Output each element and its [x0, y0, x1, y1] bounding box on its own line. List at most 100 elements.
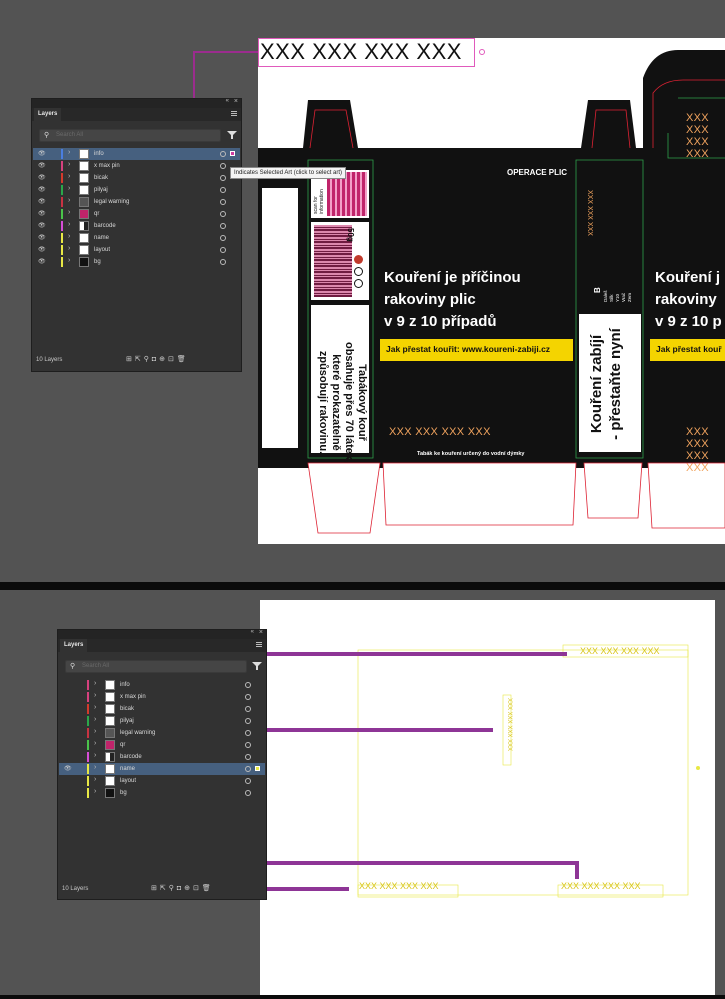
chevron-right-icon[interactable]: › — [68, 161, 70, 168]
delete-icon[interactable]: 🗑 — [202, 885, 214, 892]
target-icon[interactable] — [245, 682, 251, 688]
chevron-right-icon[interactable]: › — [94, 728, 96, 735]
eye-icon[interactable]: 👁 — [64, 765, 72, 772]
layer-row-qr[interactable]: 👁 › qr — [33, 208, 240, 220]
target-icon[interactable] — [245, 790, 251, 796]
chevron-right-icon[interactable]: › — [68, 185, 70, 192]
name-text-bottom-left[interactable]: XXX XXX XXX XXX — [359, 881, 439, 891]
layer-row-x-max-pin[interactable]: › x max pin — [59, 691, 265, 703]
eye-icon[interactable]: 👁 — [38, 186, 46, 193]
chevron-right-icon[interactable]: › — [68, 197, 70, 204]
chevron-right-icon[interactable]: › — [94, 764, 96, 771]
selected-art-indicator[interactable] — [230, 151, 235, 156]
eye-icon[interactable]: 👁 — [38, 150, 46, 157]
layer-row-legal-warning[interactable]: 👁 › legal warning — [33, 196, 240, 208]
chevron-right-icon[interactable]: › — [94, 680, 96, 687]
layer-row-bicak[interactable]: 👁 › bicak — [33, 172, 240, 184]
chevron-right-icon[interactable]: › — [68, 233, 70, 240]
layer-row-bicak[interactable]: › bicak — [59, 703, 265, 715]
new-layer-icon[interactable]: ⊡ — [168, 356, 177, 363]
target-icon[interactable] — [245, 742, 251, 748]
chevron-right-icon[interactable]: › — [94, 704, 96, 711]
layers-panel[interactable]: « × Layers ⚲ Search All 👁 › info 👁 › x max pi… — [31, 98, 242, 372]
target-icon[interactable] — [220, 235, 226, 241]
layer-row-pilyaj[interactable]: 👁 › pilyaj — [33, 184, 240, 196]
layer-row-bg[interactable]: 👁 › bg — [33, 256, 240, 268]
chevron-right-icon[interactable]: › — [68, 209, 70, 216]
target-icon[interactable] — [245, 718, 251, 724]
layer-row-barcode[interactable]: › barcode — [59, 751, 265, 763]
new-sublayer-icon[interactable]: ⊕ — [184, 885, 193, 892]
target-icon[interactable] — [220, 187, 226, 193]
tab-layers[interactable]: Layers — [34, 108, 62, 121]
target-icon[interactable] — [245, 706, 251, 712]
target-icon[interactable] — [220, 151, 226, 157]
export-icon[interactable]: ⇱ — [160, 885, 169, 892]
search-input[interactable]: ⚲ Search All — [39, 129, 221, 142]
new-layer-icon[interactable]: ⊡ — [193, 885, 202, 892]
chevron-right-icon[interactable]: › — [68, 257, 70, 264]
locate-object-icon[interactable]: ⚲ — [169, 885, 177, 892]
chevron-right-icon[interactable]: › — [94, 788, 96, 795]
layer-row-legal-warning[interactable]: › legal warning — [59, 727, 265, 739]
filter-icon[interactable] — [252, 661, 262, 671]
close-icon[interactable]: × — [234, 98, 238, 105]
eye-icon[interactable]: 👁 — [38, 258, 46, 265]
eye-icon[interactable]: 👁 — [38, 246, 46, 253]
name-text-top[interactable]: XXX XXX XXX XXX — [580, 646, 660, 656]
target-icon[interactable] — [220, 247, 226, 253]
export-icon[interactable]: ⇱ — [135, 356, 144, 363]
close-icon[interactable]: × — [259, 629, 263, 636]
target-icon[interactable] — [245, 778, 251, 784]
panel-titlebar[interactable]: « × — [58, 629, 266, 639]
chevron-right-icon[interactable]: › — [68, 221, 70, 228]
target-icon[interactable] — [245, 766, 251, 772]
target-icon[interactable] — [220, 199, 226, 205]
eye-icon[interactable]: 👁 — [38, 162, 46, 169]
chevron-right-icon[interactable]: › — [94, 752, 96, 759]
target-icon[interactable] — [220, 223, 226, 229]
collapse-icon[interactable]: « — [226, 98, 229, 104]
layer-row-name[interactable]: 👁 › name — [33, 232, 240, 244]
layer-row-info[interactable]: 👁 › info — [33, 148, 240, 160]
target-icon[interactable] — [245, 730, 251, 736]
panel-menu-icon[interactable] — [231, 111, 237, 116]
eye-icon[interactable]: 👁 — [38, 174, 46, 181]
layer-row-x-max-pin[interactable]: 👁 › x max pin — [33, 160, 240, 172]
selected-art-indicator[interactable] — [255, 766, 260, 771]
collapse-icon[interactable]: « — [251, 629, 254, 635]
chevron-right-icon[interactable]: › — [94, 692, 96, 699]
layer-row-pilyaj[interactable]: › pilyaj — [59, 715, 265, 727]
panel-menu-icon[interactable] — [256, 642, 262, 647]
layer-row-bg[interactable]: › bg — [59, 787, 265, 799]
layer-row-name[interactable]: 👁 › name — [59, 763, 265, 775]
collect-export-icon[interactable]: ⊞ — [126, 356, 135, 363]
locate-object-icon[interactable]: ⚲ — [144, 356, 152, 363]
chevron-right-icon[interactable]: › — [94, 740, 96, 747]
target-icon[interactable] — [220, 175, 226, 181]
panel-titlebar[interactable]: « × — [32, 98, 241, 108]
layer-row-barcode[interactable]: 👁 › barcode — [33, 220, 240, 232]
collect-export-icon[interactable]: ⊞ — [151, 885, 160, 892]
layer-row-qr[interactable]: › qr — [59, 739, 265, 751]
delete-icon[interactable]: 🗑 — [177, 356, 189, 363]
target-icon[interactable] — [220, 211, 226, 217]
tab-layers[interactable]: Layers — [60, 639, 88, 652]
target-icon[interactable] — [220, 163, 226, 169]
eye-icon[interactable]: 👁 — [38, 198, 46, 205]
layer-row-layout[interactable]: › layout — [59, 775, 265, 787]
chevron-right-icon[interactable]: › — [68, 245, 70, 252]
chevron-right-icon[interactable]: › — [68, 149, 70, 156]
name-text-bottom-right[interactable]: XXX XXX XXX XXX — [561, 881, 641, 891]
layers-panel-bottom[interactable]: « × Layers ⚲ Search All › info › x max pin … — [57, 629, 267, 900]
chevron-right-icon[interactable]: › — [94, 776, 96, 783]
name-text-vertical[interactable]: XXX XXX XXX XXX — [506, 698, 512, 751]
search-input[interactable]: ⚲ Search All — [65, 660, 247, 673]
filter-icon[interactable] — [227, 130, 237, 140]
eye-icon[interactable]: 👁 — [38, 222, 46, 229]
target-icon[interactable] — [245, 754, 251, 760]
target-icon[interactable] — [245, 694, 251, 700]
target-icon[interactable] — [220, 259, 226, 265]
layer-row-layout[interactable]: 👁 › layout — [33, 244, 240, 256]
chevron-right-icon[interactable]: › — [68, 173, 70, 180]
